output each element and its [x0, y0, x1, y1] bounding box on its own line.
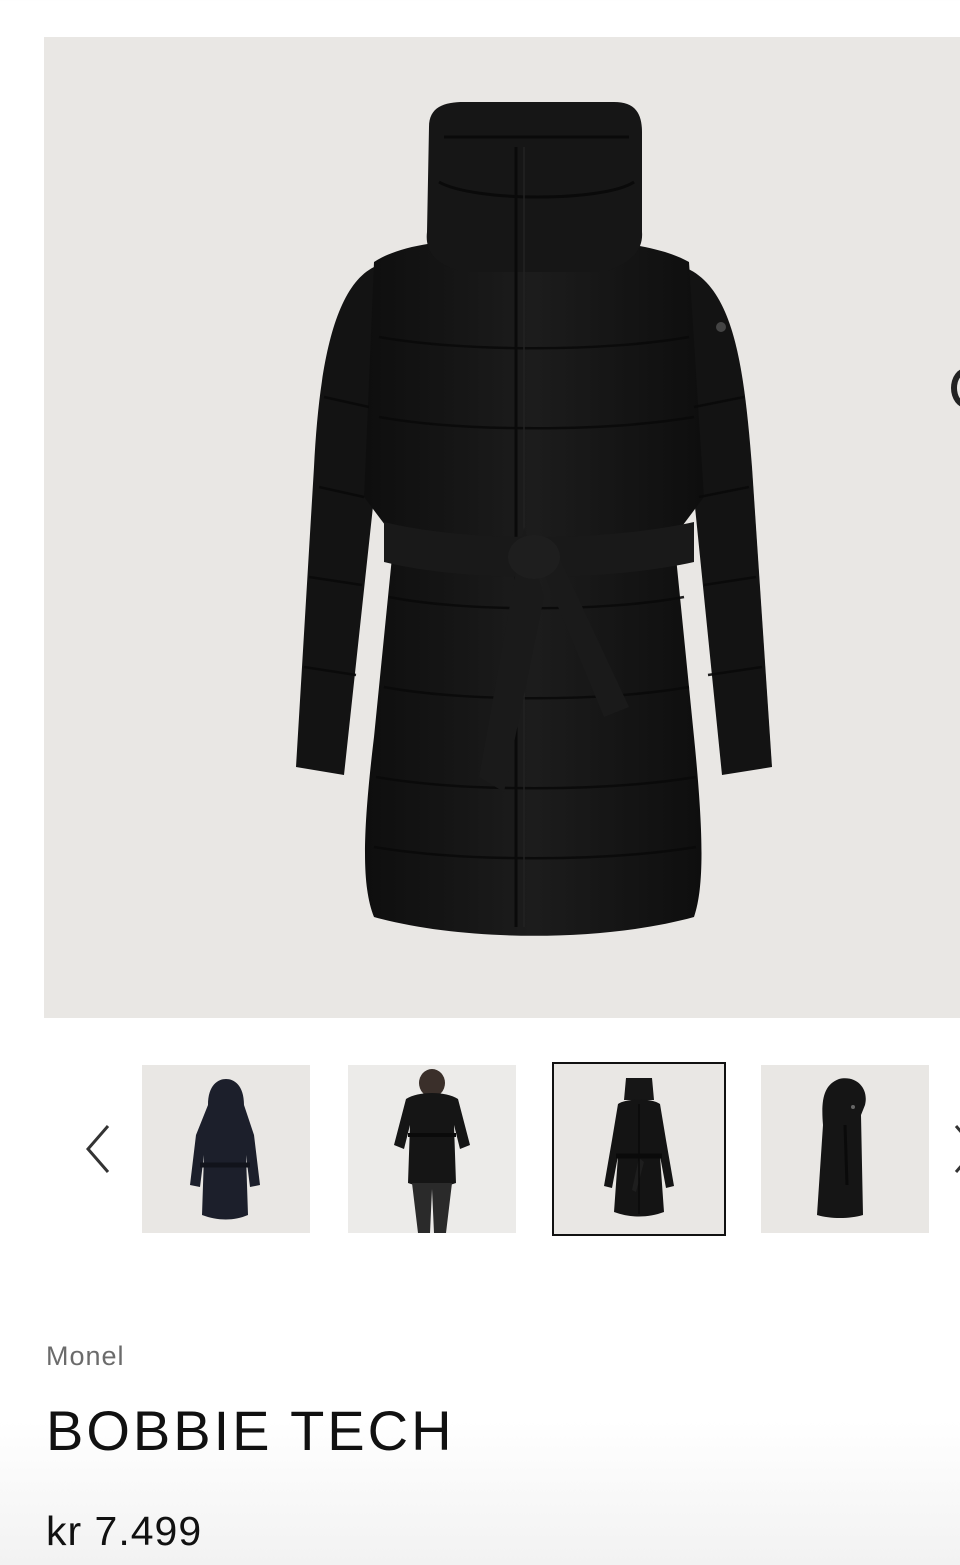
chevron-right-icon[interactable] — [950, 1122, 960, 1176]
thumbnail-coat-worn-by-model[interactable] — [348, 1065, 516, 1233]
main-product-image[interactable] — [44, 37, 960, 1018]
thumb-illustration — [817, 1078, 866, 1218]
coat-illustration — [296, 102, 772, 936]
product-price: kr 7.499 — [46, 1508, 203, 1554]
thumb-illustration — [190, 1079, 260, 1220]
thumb-illustration — [394, 1069, 470, 1233]
thumb-illustration — [604, 1078, 674, 1217]
thumbnail-coat-back-view[interactable] — [142, 1065, 310, 1233]
product-title: BOBBIE TECH — [46, 1399, 455, 1462]
chevron-left-icon[interactable] — [78, 1122, 122, 1176]
thumbnail-carousel — [0, 1062, 960, 1236]
brand-name[interactable]: Monel — [46, 1341, 125, 1372]
thumbnail-coat-front-view[interactable] — [552, 1062, 726, 1236]
thumbnail-coat-side-view[interactable] — [761, 1065, 929, 1233]
